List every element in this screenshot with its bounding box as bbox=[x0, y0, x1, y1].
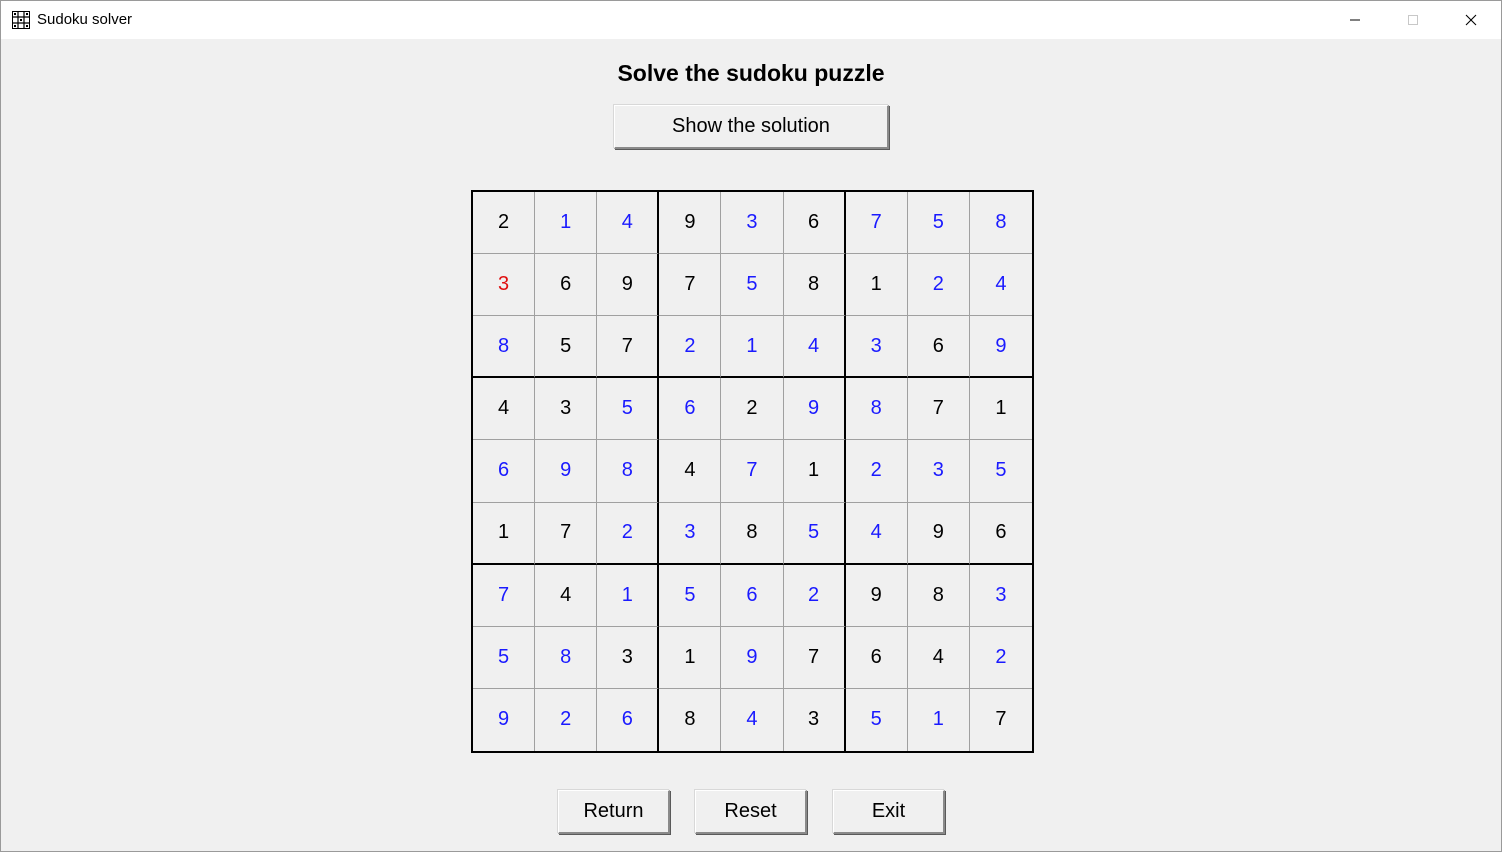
sudoku-cell-r2-c7[interactable]: 1 bbox=[845, 254, 908, 317]
sudoku-cell-r7-c6[interactable]: 2 bbox=[783, 564, 846, 627]
sudoku-cell-r9-c6[interactable]: 3 bbox=[783, 688, 846, 751]
sudoku-cell-r3-c9[interactable]: 9 bbox=[969, 316, 1032, 379]
sudoku-cell-r9-c9[interactable]: 7 bbox=[969, 688, 1032, 751]
sudoku-cell-r6-c4[interactable]: 3 bbox=[659, 502, 722, 565]
sudoku-cell-r4-c6[interactable]: 9 bbox=[783, 378, 846, 441]
sudoku-cell-r3-c2[interactable]: 5 bbox=[535, 316, 598, 379]
app-window: Sudoku solver Solve the sudoku puzzle Sh… bbox=[0, 0, 1502, 852]
sudoku-cell-r6-c5[interactable]: 8 bbox=[721, 502, 784, 565]
sudoku-cell-r6-c2[interactable]: 7 bbox=[535, 502, 598, 565]
sudoku-cell-r1-c8[interactable]: 5 bbox=[907, 192, 970, 255]
sudoku-cell-r4-c7[interactable]: 8 bbox=[845, 378, 908, 441]
sudoku-cell-r1-c7[interactable]: 7 bbox=[845, 192, 908, 255]
sudoku-cell-r9-c2[interactable]: 2 bbox=[535, 688, 598, 751]
sudoku-cell-r1-c6[interactable]: 6 bbox=[783, 192, 846, 255]
sudoku-cell-r4-c3[interactable]: 5 bbox=[597, 378, 660, 441]
sudoku-cell-r1-c1[interactable]: 2 bbox=[473, 192, 536, 255]
sudoku-cell-r8-c4[interactable]: 1 bbox=[659, 626, 722, 689]
show-solution-button[interactable]: Show the solution bbox=[614, 105, 889, 149]
sudoku-cell-r1-c5[interactable]: 3 bbox=[721, 192, 784, 255]
sudoku-cell-r5-c6[interactable]: 1 bbox=[783, 440, 846, 503]
sudoku-cell-r8-c1[interactable]: 5 bbox=[473, 626, 536, 689]
sudoku-cell-r5-c5[interactable]: 7 bbox=[721, 440, 784, 503]
sudoku-cell-r2-c6[interactable]: 8 bbox=[783, 254, 846, 317]
sudoku-cell-r9-c1[interactable]: 9 bbox=[473, 688, 536, 751]
page-title: Solve the sudoku puzzle bbox=[617, 60, 885, 86]
sudoku-cell-r5-c1[interactable]: 6 bbox=[473, 440, 536, 503]
sudoku-cell-r4-c4[interactable]: 6 bbox=[659, 378, 722, 441]
sudoku-cell-r3-c8[interactable]: 6 bbox=[907, 316, 970, 379]
sudoku-cell-r7-c7[interactable]: 9 bbox=[845, 564, 908, 627]
sudoku-cell-r9-c8[interactable]: 1 bbox=[907, 688, 970, 751]
sudoku-cell-r2-c3[interactable]: 9 bbox=[597, 254, 660, 317]
sudoku-cell-r4-c5[interactable]: 2 bbox=[721, 378, 784, 441]
sudoku-cell-r3-c7[interactable]: 3 bbox=[845, 316, 908, 379]
sudoku-cell-r8-c2[interactable]: 8 bbox=[535, 626, 598, 689]
sudoku-cell-r4-c2[interactable]: 3 bbox=[535, 378, 598, 441]
sudoku-cell-r1-c3[interactable]: 4 bbox=[597, 192, 660, 255]
sudoku-cell-r7-c9[interactable]: 3 bbox=[969, 564, 1032, 627]
sudoku-cell-r8-c8[interactable]: 4 bbox=[907, 626, 970, 689]
sudoku-cell-r4-c9[interactable]: 1 bbox=[969, 378, 1032, 441]
window-title: Sudoku solver bbox=[37, 11, 133, 28]
maximize-icon bbox=[1407, 14, 1419, 26]
sudoku-cell-r2-c2[interactable]: 6 bbox=[535, 254, 598, 317]
sudoku-cell-r6-c7[interactable]: 4 bbox=[845, 502, 908, 565]
sudoku-cell-r6-c9[interactable]: 6 bbox=[969, 502, 1032, 565]
sudoku-cell-r2-c8[interactable]: 2 bbox=[907, 254, 970, 317]
close-button[interactable] bbox=[1442, 1, 1500, 39]
sudoku-cell-r2-c5[interactable]: 5 bbox=[721, 254, 784, 317]
sudoku-cell-r5-c4[interactable]: 4 bbox=[659, 440, 722, 503]
sudoku-grid: 2149367583697581248572143694356298716984… bbox=[471, 190, 1034, 753]
sudoku-cell-r3-c3[interactable]: 7 bbox=[597, 316, 660, 379]
maximize-button[interactable] bbox=[1384, 1, 1442, 39]
sudoku-cell-r7-c3[interactable]: 1 bbox=[597, 564, 660, 627]
sudoku-grid-icon bbox=[12, 11, 30, 29]
sudoku-cell-r4-c1[interactable]: 4 bbox=[473, 378, 536, 441]
sudoku-cell-r5-c8[interactable]: 3 bbox=[907, 440, 970, 503]
sudoku-cell-r8-c7[interactable]: 6 bbox=[845, 626, 908, 689]
sudoku-cell-r8-c5[interactable]: 9 bbox=[721, 626, 784, 689]
sudoku-cell-r9-c3[interactable]: 6 bbox=[597, 688, 660, 751]
reset-button[interactable]: Reset bbox=[695, 790, 807, 834]
minimize-button[interactable] bbox=[1326, 1, 1384, 39]
sudoku-cell-r3-c5[interactable]: 1 bbox=[721, 316, 784, 379]
sudoku-cell-r3-c4[interactable]: 2 bbox=[659, 316, 722, 379]
sudoku-cell-r3-c6[interactable]: 4 bbox=[783, 316, 846, 379]
sudoku-cell-r2-c9[interactable]: 4 bbox=[969, 254, 1032, 317]
sudoku-cell-r7-c4[interactable]: 5 bbox=[659, 564, 722, 627]
sudoku-cell-r1-c9[interactable]: 8 bbox=[969, 192, 1032, 255]
sudoku-cell-r8-c3[interactable]: 3 bbox=[597, 626, 660, 689]
sudoku-cell-r5-c3[interactable]: 8 bbox=[597, 440, 660, 503]
sudoku-cell-r7-c1[interactable]: 7 bbox=[473, 564, 536, 627]
sudoku-cell-r1-c4[interactable]: 9 bbox=[659, 192, 722, 255]
close-icon bbox=[1465, 14, 1477, 26]
sudoku-cell-r6-c1[interactable]: 1 bbox=[473, 502, 536, 565]
sudoku-cell-r6-c6[interactable]: 5 bbox=[783, 502, 846, 565]
sudoku-cell-r6-c8[interactable]: 9 bbox=[907, 502, 970, 565]
sudoku-cell-r2-c1[interactable]: 3 bbox=[473, 254, 536, 317]
sudoku-cell-r9-c4[interactable]: 8 bbox=[659, 688, 722, 751]
minimize-icon bbox=[1349, 14, 1361, 26]
exit-button[interactable]: Exit bbox=[833, 790, 945, 834]
sudoku-cell-r2-c4[interactable]: 7 bbox=[659, 254, 722, 317]
sudoku-cell-r8-c9[interactable]: 2 bbox=[969, 626, 1032, 689]
sudoku-cell-r7-c8[interactable]: 8 bbox=[907, 564, 970, 627]
sudoku-cell-r1-c2[interactable]: 1 bbox=[535, 192, 598, 255]
sudoku-cell-r3-c1[interactable]: 8 bbox=[473, 316, 536, 379]
sudoku-cell-r6-c3[interactable]: 2 bbox=[597, 502, 660, 565]
sudoku-cell-r5-c9[interactable]: 5 bbox=[969, 440, 1032, 503]
return-button[interactable]: Return bbox=[558, 790, 670, 834]
sudoku-cell-r5-c2[interactable]: 9 bbox=[535, 440, 598, 503]
sudoku-cell-r7-c2[interactable]: 4 bbox=[535, 564, 598, 627]
sudoku-cell-r4-c8[interactable]: 7 bbox=[907, 378, 970, 441]
title-bar[interactable]: Sudoku solver bbox=[1, 1, 1501, 39]
sudoku-cell-r5-c7[interactable]: 2 bbox=[845, 440, 908, 503]
sudoku-cell-r9-c5[interactable]: 4 bbox=[721, 688, 784, 751]
sudoku-cell-r8-c6[interactable]: 7 bbox=[783, 626, 846, 689]
sudoku-cell-r7-c5[interactable]: 6 bbox=[721, 564, 784, 627]
sudoku-cell-r9-c7[interactable]: 5 bbox=[845, 688, 908, 751]
